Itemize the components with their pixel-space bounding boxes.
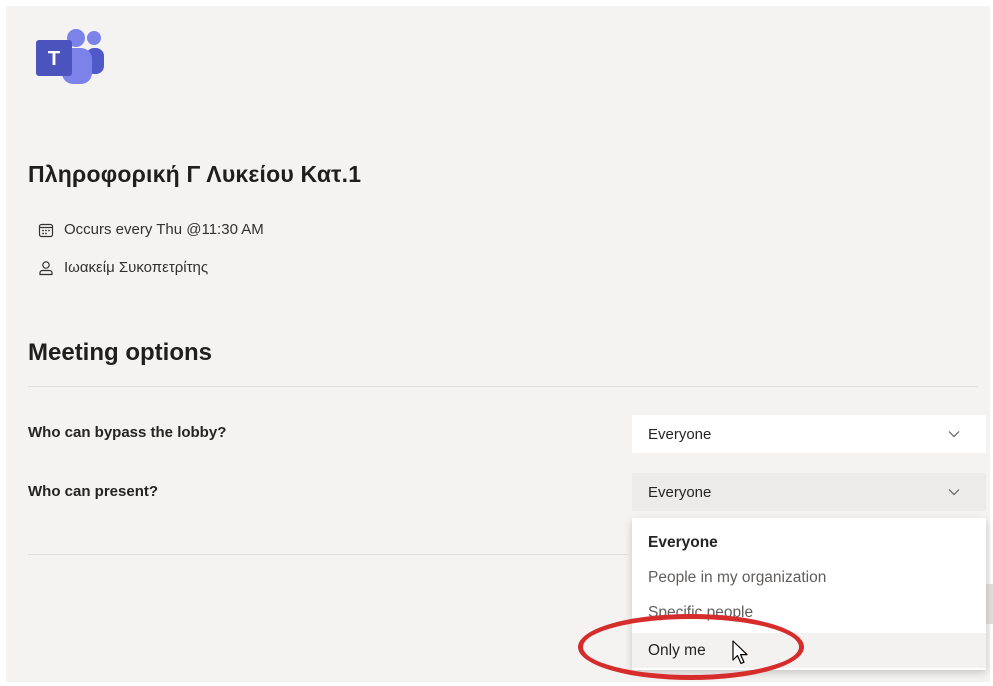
calendar-icon	[38, 223, 54, 237]
who-can-present-menu: Everyone People in my organization Speci…	[632, 518, 986, 670]
bypass-lobby-label: Who can bypass the lobby?	[28, 424, 227, 441]
menu-item-specific-people[interactable]: Specific people	[632, 595, 986, 630]
svg-text:T: T	[48, 48, 60, 70]
menu-item-people-in-my-organization[interactable]: People in my organization	[632, 560, 986, 595]
divider	[28, 386, 978, 387]
meeting-options-page: T Πληροφορική Γ Λυκείου Κατ.1 Occurs eve…	[6, 6, 993, 682]
meeting-title: Πληροφορική Γ Λυκείου Κατ.1	[28, 161, 362, 187]
menu-item-only-me[interactable]: Only me	[632, 633, 986, 668]
chevron-down-icon	[948, 489, 960, 496]
person-icon	[39, 260, 53, 275]
menu-item-everyone[interactable]: Everyone	[632, 525, 986, 560]
recurrence-text: Occurs every Thu @11:30 AM	[64, 221, 264, 238]
recurrence-row: Occurs every Thu @11:30 AM	[38, 221, 264, 238]
bypass-lobby-value: Everyone	[648, 425, 712, 443]
organizer-row: Ιωακείμ Συκοπετρίτης	[38, 259, 208, 276]
chevron-down-icon	[948, 431, 960, 438]
who-can-present-label: Who can present?	[28, 483, 159, 500]
mouse-pointer-icon	[732, 640, 748, 665]
divider	[28, 554, 628, 555]
bypass-lobby-dropdown[interactable]: Everyone	[632, 415, 986, 453]
microsoft-teams-logo-icon: T	[36, 29, 104, 84]
organizer-name: Ιωακείμ Συκοπετρίτης	[64, 259, 209, 276]
who-can-present-value: Everyone	[648, 483, 712, 501]
section-title: Meeting options	[28, 339, 212, 366]
who-can-present-dropdown[interactable]: Everyone	[632, 473, 986, 511]
